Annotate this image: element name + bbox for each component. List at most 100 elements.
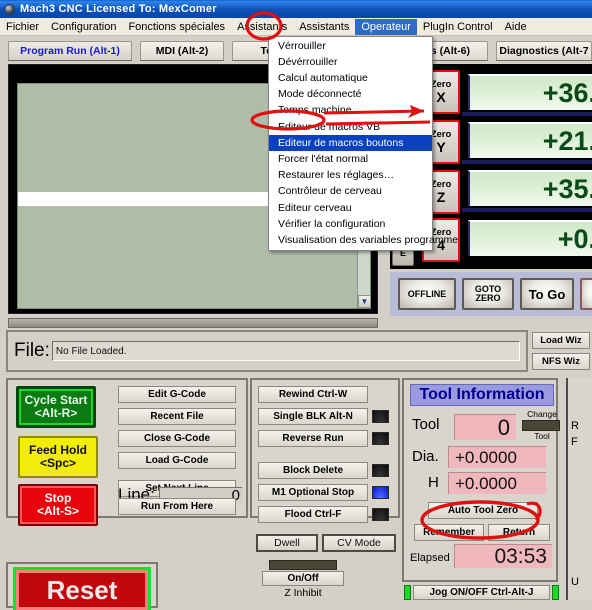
window-titlebar: Mach3 CNC Licensed To: MexComer bbox=[0, 0, 592, 18]
tab-mdi[interactable]: MDI (Alt-2) bbox=[140, 41, 224, 61]
axis-x-letter: X bbox=[436, 88, 446, 105]
edit-gcode-button[interactable]: Edit G-Code bbox=[118, 386, 236, 403]
clipped-text-3: U bbox=[571, 576, 579, 588]
clipped-text-1: R bbox=[571, 420, 579, 432]
cycle-start-button[interactable]: Cycle Start <Alt-R> bbox=[16, 386, 96, 428]
app-logo-icon bbox=[4, 3, 15, 15]
dro-4-value[interactable]: +0. bbox=[468, 220, 592, 256]
chevron-down-icon[interactable]: ▼ bbox=[358, 295, 371, 308]
menu-configuration[interactable]: Configuration bbox=[45, 19, 122, 35]
menuitem-editeur-macros-vb[interactable]: Editeur de macros VB bbox=[269, 119, 432, 135]
feed-hold-button[interactable]: Feed Hold <Spc> bbox=[18, 436, 98, 478]
operateur-dropdown-menu[interactable]: Vérrouiller Dévérrouiller Calcul automat… bbox=[268, 36, 458, 251]
z-inhibit-onoff-button[interactable]: On/Off bbox=[262, 571, 344, 586]
m1-optional-stop-led bbox=[372, 486, 389, 499]
to-go-button[interactable]: To Go bbox=[520, 278, 574, 310]
menuitem-mode-deconnecte[interactable]: Mode déconnecté bbox=[269, 87, 432, 103]
run-from-here-button[interactable]: Run From Here bbox=[118, 498, 236, 515]
rewind-button[interactable]: Rewind Ctrl-W bbox=[258, 386, 368, 403]
flood-button[interactable]: Flood Ctrl-F bbox=[258, 506, 368, 523]
tab-program-run[interactable]: Program Run (Alt-1) bbox=[8, 41, 132, 61]
menu-assistants[interactable]: Assistants bbox=[293, 19, 355, 35]
change-tool-control[interactable]: Change Tool bbox=[522, 410, 562, 444]
menu-affichage[interactable]: Assistants bbox=[231, 19, 293, 35]
dwell-button[interactable]: Dwell bbox=[256, 534, 318, 552]
clipped-text-2: F bbox=[571, 436, 578, 448]
mode-button-row: OFFLINE GOTO ZERO To Go bbox=[390, 272, 592, 316]
goto-zero-button[interactable]: GOTO ZERO bbox=[462, 278, 514, 310]
recent-file-button[interactable]: Recent File bbox=[118, 408, 236, 425]
window-title: Mach3 CNC Licensed To: MexComer bbox=[20, 3, 217, 15]
jog-onoff-button[interactable]: Jog ON/OFF Ctrl-Alt-J bbox=[413, 584, 550, 600]
cycle-start-line1: Cycle Start bbox=[24, 392, 88, 407]
close-gcode-button[interactable]: Close G-Code bbox=[118, 430, 236, 447]
menu-plugin-control[interactable]: PlugIn Control bbox=[417, 19, 499, 35]
dia-value-field[interactable]: +0.0000 bbox=[448, 446, 546, 468]
change-tool-indicator bbox=[522, 419, 560, 431]
clipped-right-panel: R F U bbox=[566, 378, 592, 600]
file-label: File: bbox=[14, 340, 50, 361]
load-wizard-button[interactable]: Load Wiz bbox=[532, 332, 590, 349]
nfs-wizard-button[interactable]: NFS Wiz bbox=[532, 353, 590, 370]
axis-z-letter: Z bbox=[436, 188, 446, 205]
menuitem-controleur-cerveau[interactable]: Contrôleur de cerveau bbox=[269, 184, 432, 200]
offline-button[interactable]: OFFLINE bbox=[398, 278, 456, 310]
menuitem-temps-machine[interactable]: Temps machine bbox=[269, 103, 432, 119]
h-value-field[interactable]: +0.0000 bbox=[448, 472, 546, 494]
reset-button[interactable]: Reset bbox=[16, 570, 148, 610]
jog-led-right bbox=[552, 584, 559, 600]
h-label: H bbox=[428, 474, 439, 491]
file-name-field[interactable]: No File Loaded. bbox=[51, 341, 520, 361]
dia-label: Dia. bbox=[412, 448, 439, 465]
menu-fonctions-speciales[interactable]: Fonctions spéciales bbox=[122, 19, 231, 35]
menuitem-verrouiller[interactable]: Vérrouiller bbox=[269, 38, 432, 54]
tool-label: Tool bbox=[412, 416, 440, 433]
feed-hold-line2: <Spc> bbox=[39, 456, 77, 470]
z-inhibit-control: On/Off Z Inhibit bbox=[228, 560, 378, 600]
z-inhibit-slider[interactable] bbox=[269, 560, 337, 570]
stop-button[interactable]: Stop <Alt-S> bbox=[18, 484, 98, 526]
axis-y-letter: Y bbox=[436, 138, 446, 155]
menubar[interactable]: Fichier Configuration Fonctions spéciale… bbox=[0, 18, 592, 36]
remember-button[interactable]: Remember bbox=[414, 524, 484, 541]
cycle-start-line2: <Alt-R> bbox=[34, 406, 78, 420]
stop-line1: Stop bbox=[44, 490, 72, 505]
tab-diagnostics[interactable]: Diagnostics (Alt-7 bbox=[496, 41, 592, 61]
elapsed-label: Elapsed bbox=[410, 552, 450, 564]
menuitem-calcul-automatique[interactable]: Calcul automatique bbox=[269, 70, 432, 86]
dro-divider-1 bbox=[462, 112, 592, 116]
run-options-panel: Rewind Ctrl-W Single BLK Alt-N Reverse R… bbox=[250, 378, 400, 523]
flood-led bbox=[372, 508, 389, 521]
menuitem-visualisation-variables[interactable]: Visualisation des variables programme bbox=[269, 232, 458, 248]
menuitem-restaurer-reglages[interactable]: Restaurer les réglages… bbox=[269, 168, 432, 184]
extra-mode-button[interactable] bbox=[580, 278, 592, 310]
menuitem-forcer-etat-normal[interactable]: Forcer l'état normal bbox=[269, 151, 432, 167]
menu-fichier[interactable]: Fichier bbox=[0, 19, 45, 35]
tool-information-header: Tool Information bbox=[410, 384, 554, 406]
menuitem-editeur-macros-boutons[interactable]: Editeur de macros boutons bbox=[269, 135, 432, 152]
reset-panel: Reset bbox=[6, 562, 158, 610]
menuitem-verifier-config[interactable]: Vérifier la configuration bbox=[269, 216, 432, 232]
menu-aide[interactable]: Aide bbox=[499, 19, 533, 35]
load-gcode-button[interactable]: Load G-Code bbox=[118, 452, 236, 469]
block-delete-button[interactable]: Block Delete bbox=[258, 462, 368, 479]
stop-line2: <Alt-S> bbox=[36, 504, 79, 518]
return-button[interactable]: Return bbox=[488, 524, 550, 541]
menuitem-editeur-cerveau[interactable]: Editeur cerveau bbox=[269, 200, 432, 216]
dro-z-value[interactable]: +35. bbox=[468, 170, 592, 206]
goto-zero-line2: ZERO bbox=[475, 293, 501, 303]
tool-number-field[interactable]: 0 bbox=[454, 414, 516, 440]
file-bar: File: No File Loaded. bbox=[6, 330, 528, 372]
reverse-run-button[interactable]: Reverse Run bbox=[258, 430, 368, 447]
menuitem-deverrouiller[interactable]: Dévérrouiller bbox=[269, 54, 432, 70]
dro-x-value[interactable]: +36. bbox=[468, 74, 592, 110]
auto-tool-zero-button[interactable]: Auto Tool Zero bbox=[428, 502, 538, 519]
menu-operateur[interactable]: Operateur bbox=[355, 18, 417, 35]
cv-mode-button[interactable]: CV Mode bbox=[322, 534, 396, 552]
single-block-button[interactable]: Single BLK Alt-N bbox=[258, 408, 368, 425]
m1-optional-stop-button[interactable]: M1 Optional Stop bbox=[258, 484, 368, 501]
dro-y-value[interactable]: +21. bbox=[468, 122, 592, 158]
block-delete-led bbox=[372, 464, 389, 477]
elapsed-time-value: 03:53 bbox=[454, 544, 552, 568]
jog-onoff-row: Jog ON/OFF Ctrl-Alt-J bbox=[404, 584, 559, 600]
